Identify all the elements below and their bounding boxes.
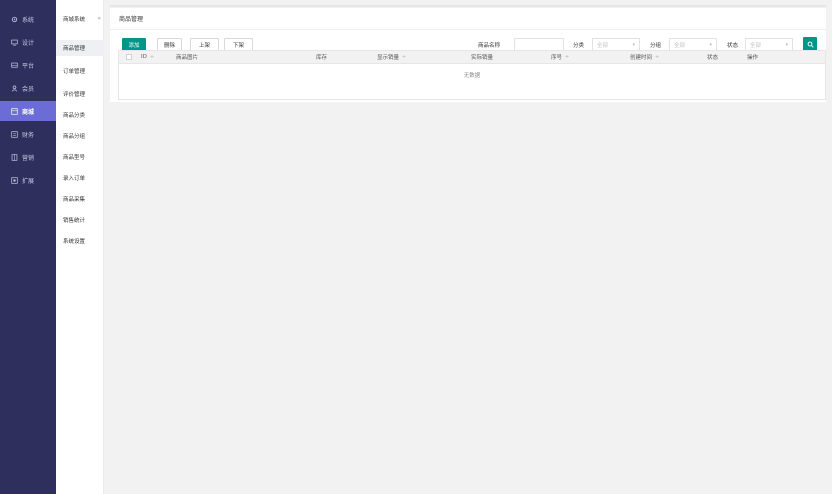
card-divider [110, 29, 826, 30]
table-body: 无数据 [118, 64, 826, 100]
submenu-item-enter-order[interactable]: 录入订单 [56, 170, 104, 186]
chevron-down-icon: ▾ [785, 42, 788, 48]
submenu-item-model[interactable]: 商品型号 [56, 149, 104, 165]
search-icon [807, 41, 814, 48]
submenu-item-label: 系统设置 [63, 239, 86, 245]
top-divider [110, 5, 826, 7]
gear-icon [11, 16, 18, 23]
submenu-header: 商城系统 « [56, 12, 104, 26]
sidebar-item-design[interactable]: 设计 [0, 32, 56, 52]
user-icon [11, 85, 18, 92]
sidebar-item-label: 营销 [22, 154, 35, 162]
sidebar-item-marketing[interactable]: 营销 [0, 147, 56, 167]
sort-icon: ÷ [402, 54, 407, 60]
sidebar-item-finance[interactable]: 财务 [0, 124, 56, 144]
sidebar-item-label: 平台 [22, 62, 35, 70]
sidebar-item-system[interactable]: 系统 [0, 9, 56, 29]
submenu-item-label: 录入订单 [63, 176, 86, 182]
group-select-value: 全部 [674, 43, 686, 49]
page-title: 商品管理 [119, 16, 144, 23]
sort-icon: ÷ [565, 54, 570, 60]
sidebar-item-shop[interactable]: 商城 [0, 101, 56, 121]
column-id[interactable]: ID ÷ [141, 51, 154, 63]
sidebar-item-platform[interactable]: 平台 [0, 55, 56, 75]
submenu-item-group[interactable]: 商品分组 [56, 128, 104, 144]
column-label: 库存 [316, 55, 328, 61]
submenu-item-label: 商品分组 [63, 134, 86, 140]
column-shown-sales[interactable]: 显示销量 ÷ [377, 51, 406, 63]
submenu-item-label: 商品采集 [63, 197, 86, 203]
extend-icon [11, 176, 18, 184]
sidebar-item-label: 商城 [22, 108, 35, 116]
sidebar-item-label: 扩展 [22, 177, 35, 185]
collapse-icon[interactable]: « [97, 15, 101, 22]
main-content: 商品管理 添加 删除 上架 下架 商品名称 分类 全部 ▾ 分组 全部 ▾ 状态… [104, 0, 832, 494]
select-all-checkbox[interactable] [126, 54, 132, 60]
sidebar-item-extend[interactable]: 扩展 [0, 170, 56, 190]
submenu-item-orders[interactable]: 订单管理 [56, 63, 104, 79]
platform-icon [11, 62, 18, 69]
monitor-icon [11, 39, 18, 46]
shop-icon [11, 107, 18, 115]
chevron-down-icon: ▾ [632, 42, 635, 48]
secondary-menu: 商城系统 « 商品管理 订单管理 评价管理 商品分类 商品分组 商品型号 录入订… [56, 0, 104, 494]
search-button[interactable] [803, 37, 817, 51]
submenu-item-label: 商品管理 [63, 46, 86, 52]
column-label: 序号 [551, 55, 563, 61]
submenu-item-reviews[interactable]: 评价管理 [56, 86, 104, 102]
column-actions: 操作 [747, 51, 758, 63]
sidebar-item-label: 会员 [22, 85, 35, 93]
submenu-item-settings[interactable]: 系统设置 [56, 233, 104, 249]
submenu-item-sales-stats[interactable]: 销售统计 [56, 212, 104, 228]
submenu-item-label: 评价管理 [63, 92, 86, 98]
column-actual-sales: 实际销量 [471, 51, 493, 63]
column-label: 状态 [707, 55, 719, 61]
column-label: 操作 [747, 55, 759, 61]
marketing-icon [11, 153, 18, 161]
submenu-item-goods[interactable]: 商品管理 [56, 40, 104, 56]
sidebar-item-label: 设计 [22, 39, 35, 47]
submenu-item-label: 订单管理 [63, 69, 86, 75]
submenu-item-label: 销售统计 [63, 218, 86, 224]
column-label: 创建时间 [630, 55, 653, 61]
main-sidebar: 系统 设计 平台 会员 商城 财务 营销 扩展 [0, 0, 56, 494]
category-select-value: 全部 [597, 43, 609, 49]
sidebar-item-label: 系统 [22, 16, 35, 24]
column-label: 显示销量 [377, 55, 400, 61]
submenu-item-category[interactable]: 商品分类 [56, 107, 104, 123]
finance-icon [11, 130, 18, 138]
empty-state: 无数据 [463, 73, 481, 79]
column-label: ID [141, 54, 147, 60]
column-created[interactable]: 创建时间 ÷ [630, 51, 659, 63]
column-order[interactable]: 序号 ÷ [551, 51, 569, 63]
sidebar-item-member[interactable]: 会员 [0, 78, 56, 98]
table-header: ID ÷ 商品图片 库存 显示销量 ÷ 实际销量 序号 ÷ 创建时间 ÷ 状态 操作 [118, 50, 826, 64]
status-select-value: 全部 [750, 43, 762, 49]
sort-icon: ÷ [655, 54, 660, 60]
sidebar-item-label: 财务 [22, 131, 35, 139]
column-status: 状态 [707, 51, 718, 63]
column-label: 实际销量 [471, 55, 494, 61]
submenu-item-collect[interactable]: 商品采集 [56, 191, 104, 207]
submenu-item-label: 商品分类 [63, 113, 86, 119]
sort-icon: ÷ [149, 54, 155, 60]
submenu-item-label: 商品型号 [63, 155, 86, 161]
submenu-title: 商城系统 [63, 17, 86, 23]
column-label: 商品图片 [176, 55, 199, 61]
column-stock: 库存 [316, 51, 327, 63]
column-image: 商品图片 [176, 51, 198, 63]
chevron-down-icon: ▾ [709, 42, 712, 48]
